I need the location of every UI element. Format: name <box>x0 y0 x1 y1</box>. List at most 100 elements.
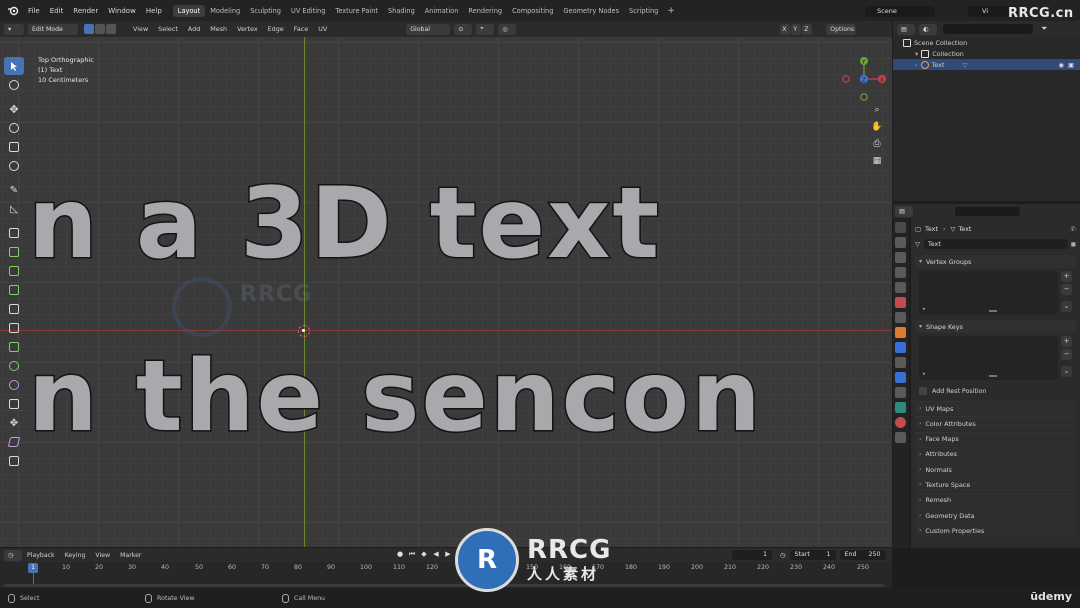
timeline-menu-playback[interactable]: Playback <box>22 552 60 559</box>
physics-tab-icon[interactable] <box>895 372 906 383</box>
particles-tab-icon[interactable] <box>895 357 906 368</box>
scale-tool[interactable] <box>4 138 24 156</box>
jump-keyframe-back-icon[interactable]: ◆ <box>419 549 429 560</box>
mirror-y-toggle[interactable]: Y <box>791 23 802 35</box>
modifier-wrench-icon[interactable] <box>895 342 906 353</box>
play-reverse-icon[interactable]: ◀ <box>431 549 441 560</box>
tab-scripting[interactable]: Scripting <box>624 5 663 17</box>
geometry-data-panel-header[interactable]: › Geometry Data <box>915 508 1076 523</box>
outliner-collection[interactable]: ▾ Collection <box>893 48 1080 59</box>
tab-rendering[interactable]: Rendering <box>463 5 507 17</box>
playhead[interactable]: 1 <box>28 563 38 573</box>
vertex-select-mode[interactable] <box>84 24 94 34</box>
rotate-tool[interactable] <box>4 119 24 137</box>
play-icon[interactable]: ▶ <box>443 549 453 560</box>
shape-keys-panel-header[interactable]: ▾ Shape Keys <box>915 320 1076 333</box>
tab-shading[interactable]: Shading <box>383 5 420 17</box>
shape-key-add-button[interactable]: + <box>1061 336 1072 347</box>
cursor-tool[interactable] <box>4 76 24 94</box>
record-icon[interactable]: ● <box>395 549 405 560</box>
texture-tab-icon[interactable] <box>895 432 906 443</box>
zoom-icon[interactable]: ⌕ <box>870 103 884 117</box>
fake-user-shield-icon[interactable]: ◼ <box>1071 240 1076 248</box>
timeline-editor-type[interactable]: ◷ <box>4 549 22 561</box>
tab-layout[interactable]: Layout <box>172 4 206 17</box>
data-name-field[interactable]: Text <box>923 238 1068 249</box>
remesh-panel-header[interactable]: › Remesh <box>915 492 1076 507</box>
camera-render-icon[interactable]: ▣ <box>1068 61 1074 69</box>
move-tool[interactable]: ✥ <box>4 100 24 118</box>
world-tab-icon[interactable] <box>895 297 906 308</box>
attributes-panel-header[interactable]: › Attributes <box>915 446 1076 461</box>
menu-help[interactable]: Help <box>141 7 167 15</box>
outliner-display-mode[interactable]: ◐ <box>919 23 937 35</box>
vertex-groups-list[interactable]: ▸ <box>919 271 1058 315</box>
add-cube-tool[interactable] <box>4 224 24 242</box>
text-mesh-row-2[interactable]: n the sencon <box>27 339 763 456</box>
timeline-menu-view[interactable]: View <box>90 552 115 559</box>
custom-properties-panel-header[interactable]: › Custom Properties <box>915 523 1076 538</box>
data-tab-icon[interactable] <box>895 402 906 413</box>
tab-animation[interactable]: Animation <box>420 5 464 17</box>
properties-editor-type[interactable]: ▤ <box>895 206 913 217</box>
text-mesh-row-1[interactable]: n a 3D text <box>26 166 661 283</box>
texture-space-panel-header[interactable]: › Texture Space <box>915 477 1076 492</box>
shear-tool[interactable] <box>4 433 24 451</box>
material-tab-icon[interactable] <box>895 417 906 428</box>
edge-slide-tool[interactable] <box>4 395 24 413</box>
start-frame-field[interactable]: Start 1 <box>789 550 836 560</box>
add-rest-position-row[interactable]: Add Rest Position <box>915 385 1076 397</box>
stopwatch-icon[interactable]: ◷ <box>780 552 786 559</box>
editor-type-button[interactable]: ▾ <box>4 23 24 35</box>
timeline-scrollbar[interactable] <box>4 584 884 587</box>
3d-cursor-icon[interactable] <box>298 325 310 337</box>
render-tab-icon[interactable] <box>895 237 906 248</box>
tab-compositing[interactable]: Compositing <box>507 5 558 17</box>
object-tab-icon[interactable] <box>895 327 906 338</box>
navigation-gizmo[interactable]: Y X Z <box>840 49 890 109</box>
list-expand-icon[interactable]: ▸ <box>923 306 926 312</box>
menu-vertex[interactable]: Vertex <box>232 25 263 33</box>
menu-edge[interactable]: Edge <box>263 25 289 33</box>
properties-search-input[interactable] <box>955 207 1020 216</box>
grid-perspective-icon[interactable]: ▦ <box>870 154 884 168</box>
rip-region-tool[interactable] <box>4 452 24 470</box>
tab-uv-editing[interactable]: UV Editing <box>286 5 330 17</box>
menu-uv[interactable]: UV <box>313 25 332 33</box>
annotate-tool[interactable]: ✎ <box>4 181 24 199</box>
resize-grip-icon[interactable] <box>989 310 997 312</box>
outliner-scene-collection[interactable]: Scene Collection <box>893 37 1080 48</box>
transform-orientation-selector[interactable]: Global <box>406 23 451 35</box>
shape-key-remove-button[interactable]: − <box>1061 349 1072 360</box>
options-dropdown[interactable]: Options <box>826 23 857 35</box>
mode-selector[interactable]: Edit Mode <box>28 23 78 35</box>
end-frame-field[interactable]: End 250 <box>839 550 886 560</box>
pan-hand-icon[interactable]: ✋ <box>870 120 884 134</box>
mirror-z-toggle[interactable]: Z <box>802 23 813 35</box>
menu-select[interactable]: Select <box>153 25 183 33</box>
measure-tool[interactable]: ◺ <box>4 200 24 218</box>
menu-mesh[interactable]: Mesh <box>205 25 232 33</box>
add-workspace-button[interactable]: + <box>663 6 679 16</box>
snap-button[interactable]: ⌖ <box>476 23 495 35</box>
tab-sculpting[interactable]: Sculpting <box>245 5 286 17</box>
add-rest-position-checkbox[interactable] <box>919 387 927 395</box>
outliner-text-object[interactable]: › Text ▽ ◉ ▣ <box>893 59 1080 70</box>
menu-edit[interactable]: Edit <box>45 7 69 15</box>
proportional-edit-button[interactable]: ◎ <box>498 23 517 35</box>
face-maps-panel-header[interactable]: › Face Maps <box>915 431 1076 446</box>
shape-keys-list[interactable]: ▸ <box>919 336 1058 380</box>
vertex-groups-panel-header[interactable]: ▾ Vertex Groups <box>915 255 1076 268</box>
filter-icon[interactable]: ⏷ <box>1041 24 1047 34</box>
timeline-menu-keying[interactable]: Keying <box>60 552 91 559</box>
uv-maps-panel-header[interactable]: › UV Maps <box>915 401 1076 415</box>
menu-add[interactable]: Add <box>183 25 205 33</box>
current-frame-field[interactable]: 1 <box>732 550 772 560</box>
tab-modeling[interactable]: Modeling <box>205 5 245 17</box>
transform-tool[interactable] <box>4 157 24 175</box>
bevel-tool[interactable] <box>4 281 24 299</box>
list-expand-icon[interactable]: ▸ <box>923 371 926 377</box>
extrude-tool[interactable] <box>4 243 24 261</box>
shrink-fatten-tool[interactable]: ✥ <box>4 414 24 432</box>
tab-texture-paint[interactable]: Texture Paint <box>330 5 383 17</box>
